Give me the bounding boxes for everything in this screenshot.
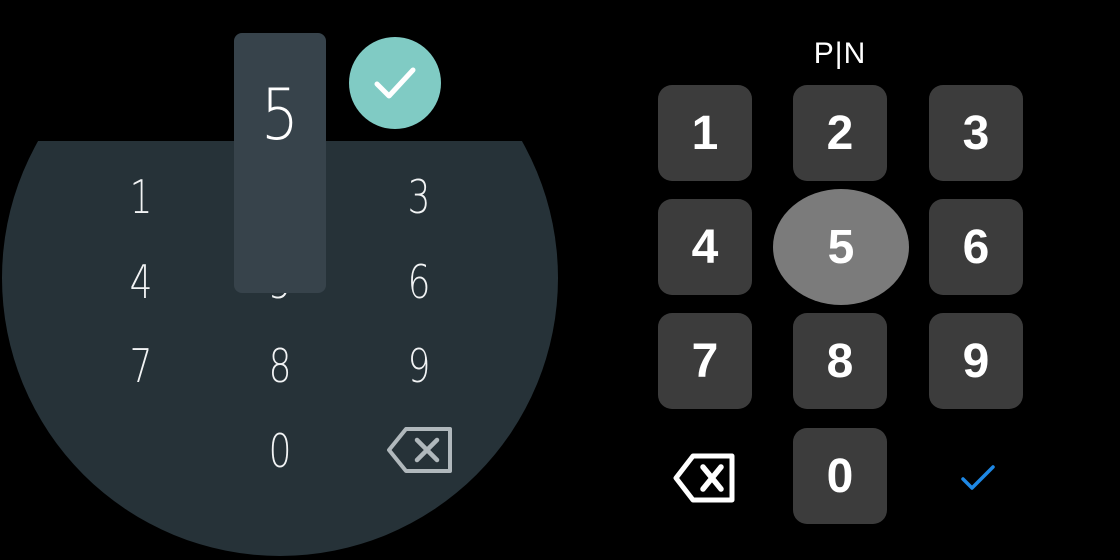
- keypad-key-6[interactable]: 6: [392, 252, 447, 312]
- backspace-outline-icon: [387, 427, 452, 473]
- pin-key-4[interactable]: 4: [658, 199, 752, 295]
- pin-key-8[interactable]: 8: [793, 313, 887, 409]
- pin-key-7[interactable]: 7: [658, 313, 752, 409]
- keypad-key-1[interactable]: 1: [114, 167, 169, 227]
- key-preview-digit: 5: [261, 74, 299, 156]
- checkmark-icon: [961, 465, 995, 490]
- keypad-key-0[interactable]: 0: [253, 421, 308, 481]
- backspace-icon: [673, 453, 735, 503]
- left-watch-screen: 1 2 3 4 5 6 7 8 9 0 5: [0, 0, 560, 560]
- pin-key-9[interactable]: 9: [929, 313, 1023, 409]
- pin-backspace-button[interactable]: [672, 450, 738, 506]
- pin-confirm-button[interactable]: [959, 463, 997, 493]
- keypad-key-9[interactable]: 9: [392, 336, 447, 396]
- keypad-key-4[interactable]: 4: [114, 252, 169, 312]
- pin-key-1[interactable]: 1: [658, 85, 752, 181]
- pin-key-2[interactable]: 2: [793, 85, 887, 181]
- key-preview-popup: 5: [234, 33, 326, 293]
- keypad-key-3[interactable]: 3: [392, 167, 447, 227]
- pin-key-3[interactable]: 3: [929, 85, 1023, 181]
- confirm-button[interactable]: [349, 37, 441, 129]
- keypad-key-8[interactable]: 8: [253, 336, 308, 396]
- pin-key-5[interactable]: 5: [773, 189, 909, 305]
- right-watch-screen: P|N 1 2 3 4 5 6 7 8 9 0: [560, 0, 1120, 560]
- backspace-button[interactable]: [386, 426, 454, 474]
- checkmark-icon: [374, 67, 416, 99]
- keypad-key-7[interactable]: 7: [114, 336, 169, 396]
- pin-title: P|N: [813, 37, 867, 70]
- pin-key-6[interactable]: 6: [929, 199, 1023, 295]
- pin-key-0[interactable]: 0: [793, 428, 887, 524]
